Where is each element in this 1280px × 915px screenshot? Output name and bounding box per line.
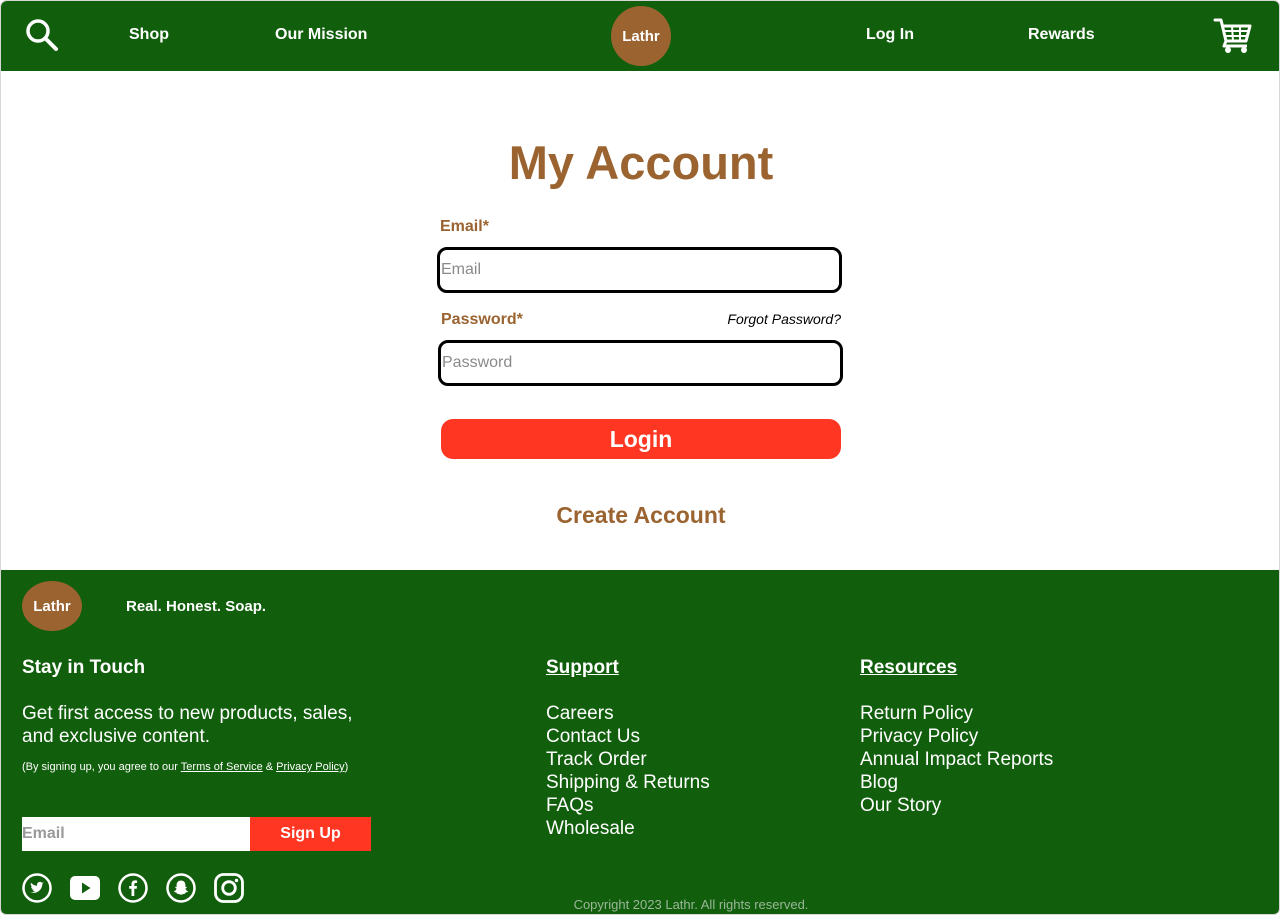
legal-suffix: ) bbox=[344, 761, 349, 773]
footer-link-return-policy[interactable]: Return Policy bbox=[860, 702, 1053, 725]
nav-rewards[interactable]: Rewards bbox=[1028, 25, 1095, 45]
page-title: My Account bbox=[508, 136, 774, 189]
support-links: Careers Contact Us Track Order Shipping … bbox=[546, 702, 710, 840]
header-logo[interactable]: Lathr bbox=[611, 6, 671, 66]
instagram-icon[interactable] bbox=[213, 872, 245, 904]
footer-link-blog[interactable]: Blog bbox=[860, 771, 1053, 794]
sign-up-button[interactable]: Sign Up bbox=[250, 817, 371, 851]
nav-log-in[interactable]: Log In bbox=[866, 25, 914, 45]
footer-link-faqs[interactable]: FAQs bbox=[546, 794, 710, 817]
footer-link-our-story[interactable]: Our Story bbox=[860, 794, 1053, 817]
password-label: Password* bbox=[441, 311, 523, 328]
password-input[interactable] bbox=[438, 340, 843, 386]
snapchat-icon[interactable] bbox=[165, 872, 197, 904]
legal-amp: & bbox=[262, 761, 277, 773]
youtube-icon[interactable] bbox=[69, 872, 101, 904]
newsletter-promo: Get first access to new products, sales,… bbox=[22, 703, 353, 747]
resources-links: Return Policy Privacy Policy Annual Impa… bbox=[860, 702, 1053, 817]
nav-shop[interactable]: Shop bbox=[129, 25, 169, 45]
footer-link-contact-us[interactable]: Contact Us bbox=[546, 725, 710, 748]
footer-link-privacy-policy[interactable]: Privacy Policy bbox=[860, 725, 1053, 748]
legal-prefix: (By signing up, you agree to our bbox=[22, 761, 181, 773]
signup-legal-text: (By signing up, you agree to our Terms o… bbox=[22, 760, 352, 774]
email-label: Email* bbox=[440, 218, 489, 235]
cart-icon[interactable] bbox=[1213, 16, 1253, 54]
twitter-icon[interactable] bbox=[21, 872, 53, 904]
newsletter-email-input[interactable] bbox=[22, 817, 250, 851]
login-button[interactable]: Login bbox=[441, 419, 841, 459]
nav-our-mission[interactable]: Our Mission bbox=[275, 25, 367, 45]
privacy-policy-link[interactable]: Privacy Policy bbox=[276, 761, 344, 773]
site-header: Shop Our Mission Lathr Log In Rewards bbox=[1, 1, 1279, 71]
forgot-password-link[interactable]: Forgot Password? bbox=[701, 311, 841, 327]
footer-link-wholesale[interactable]: Wholesale bbox=[546, 817, 710, 840]
search-icon[interactable] bbox=[25, 18, 59, 52]
footer-link-shipping-returns[interactable]: Shipping & Returns bbox=[546, 771, 710, 794]
terms-of-service-link[interactable]: Terms of Service bbox=[181, 761, 263, 773]
stay-in-touch-heading: Stay in Touch bbox=[22, 657, 146, 678]
footer-link-track-order[interactable]: Track Order bbox=[546, 748, 710, 771]
footer-logo[interactable]: Lathr bbox=[22, 581, 82, 631]
email-input[interactable] bbox=[437, 247, 842, 293]
footer-link-annual-impact-reports[interactable]: Annual Impact Reports bbox=[860, 748, 1053, 771]
footer-tagline: Real. Honest. Soap. bbox=[126, 598, 267, 615]
facebook-icon[interactable] bbox=[117, 872, 149, 904]
resources-heading[interactable]: Resources bbox=[860, 656, 957, 680]
page: Shop Our Mission Lathr Log In Rewards My… bbox=[0, 0, 1280, 915]
site-footer: Lathr Real. Honest. Soap. Stay in Touch … bbox=[1, 570, 1279, 914]
support-heading[interactable]: Support bbox=[546, 656, 619, 680]
footer-link-careers[interactable]: Careers bbox=[546, 702, 710, 725]
create-account-link[interactable]: Create Account bbox=[441, 501, 841, 529]
